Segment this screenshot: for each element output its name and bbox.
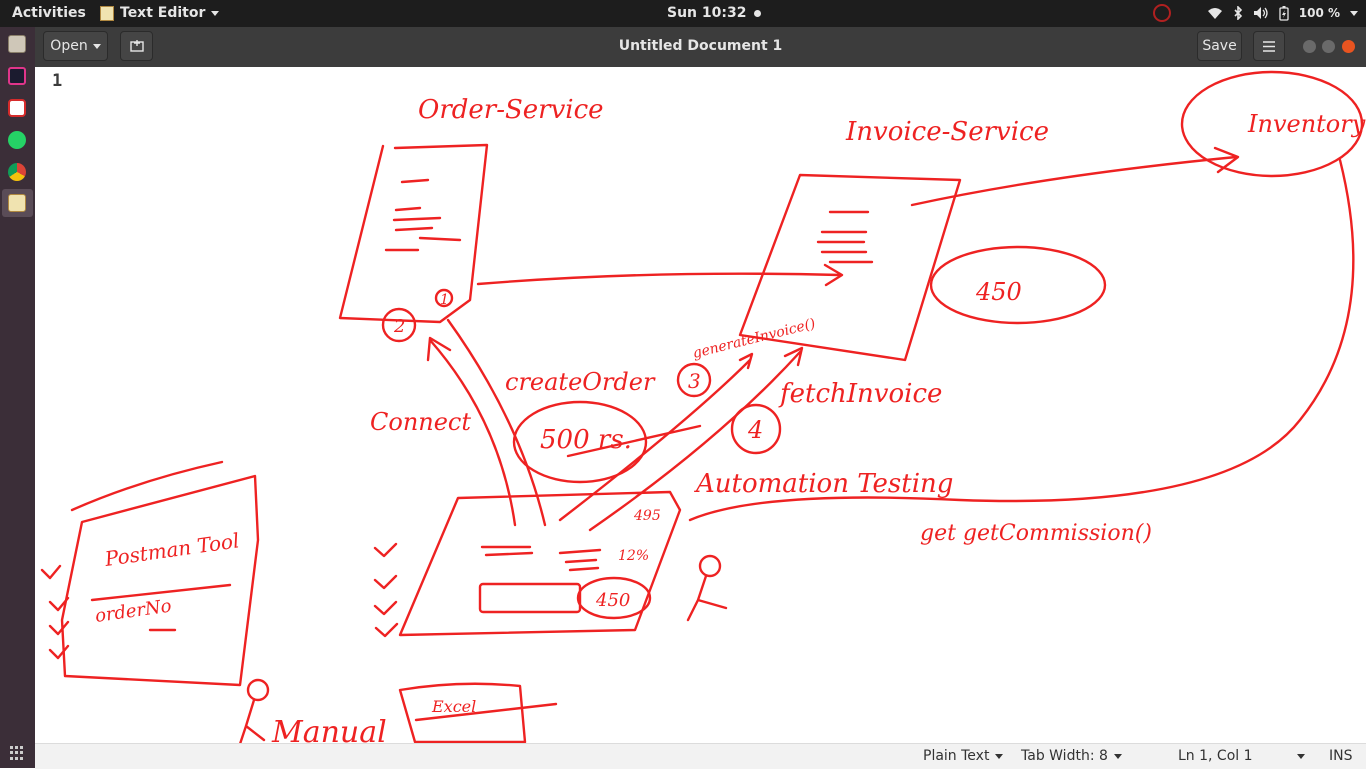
label-invoice-service: Invoice-Service [845,117,1049,147]
label-step-2: 2 [393,316,405,337]
status-bar: Plain Text Tab Width: 8 Ln 1, Col 1 INS [35,743,1366,769]
label-get-commission: get getCommission() [920,521,1152,546]
show-applications-icon[interactable] [10,746,24,760]
label-amount-450: 450 [975,278,1022,306]
label-create-order: createOrder [505,368,656,396]
cursor-position-selector[interactable]: Ln 1, Col 1 [1178,748,1305,764]
stick-figure-head-manual [246,678,270,702]
postman-scribble [70,460,224,512]
stick-figure-body-right [686,574,728,622]
order-doc-lines [384,178,462,252]
check-marks [373,542,399,638]
label-step-4: 4 [747,416,763,444]
app-screen-lines [480,545,602,572]
chevron-down-icon [1296,753,1305,759]
commission-curve [688,158,1355,522]
app-screen-field [478,582,582,614]
tab-width-label: Tab Width: 8 [1021,748,1108,764]
cursor-position-label: Ln 1, Col 1 [1178,748,1253,764]
insert-mode-label: INS [1329,748,1353,764]
label-connect: Connect [370,408,471,436]
label-order-no: orderNo [94,595,173,627]
label-amount-495: 495 [633,508,661,524]
language-label: Plain Text [923,748,990,764]
label-automation-testing: Automation Testing [694,469,953,499]
chevron-down-icon [1113,753,1122,759]
label-inventory: Inventory [1247,110,1366,138]
postman-tool-box [60,474,260,687]
language-selector[interactable]: Plain Text [923,748,1004,764]
arrow-order-to-invoice [476,263,844,287]
label-step-3: 3 [688,369,701,393]
label-order-service: Order-Service [418,95,604,125]
tab-width-selector[interactable]: Tab Width: 8 [1021,748,1122,764]
chevron-down-icon [995,753,1004,759]
annotation-drawing: Order-Service Invoice-Service Inventory … [40,70,1366,743]
stick-figure-head-right [698,554,722,578]
order-service-box [338,143,489,324]
arrow-invoice-to-inventory [910,146,1240,207]
label-amount-450-field: 450 [595,590,630,611]
label-manual: Manual [271,715,387,743]
label-pct-12: 12% [618,548,649,564]
insert-mode-indicator: INS [1329,748,1353,764]
label-step-1: 1 [440,292,449,308]
label-fetch-invoice: fetchInvoice [778,379,942,409]
invoice-doc-lines [816,210,874,264]
label-excel: Excel [431,697,476,716]
label-amount-500: 500 rs. [540,425,632,455]
label-postman-tool: Postman Tool [102,528,240,571]
stick-figure-body-manual [239,698,266,743]
